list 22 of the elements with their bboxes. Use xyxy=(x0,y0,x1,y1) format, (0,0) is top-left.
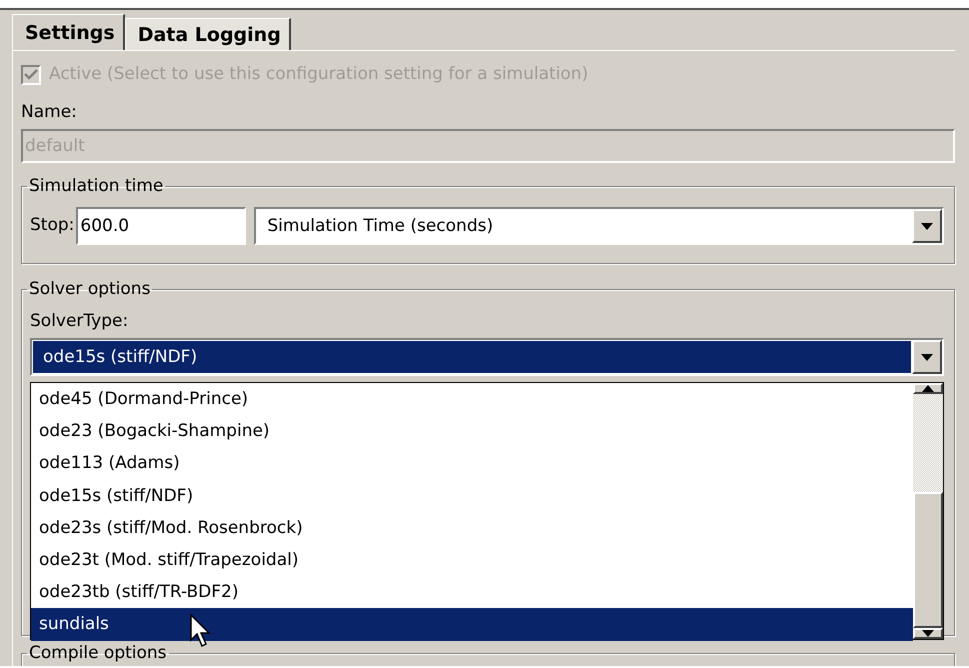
dropdown-option[interactable]: ode23t (Mod. stiff/Trapezoidal) xyxy=(31,544,913,576)
stop-label: Stop: xyxy=(30,214,74,238)
dropdown-option[interactable]: ode23tb (stiff/TR-BDF2) xyxy=(31,576,913,608)
units-dropdown[interactable]: Simulation Time (seconds) xyxy=(254,207,944,245)
tab[interactable]: Settings xyxy=(12,14,125,50)
mouse-pointer-icon xyxy=(190,614,212,648)
dropdown-option[interactable]: ode45 (Dormand-Prince) xyxy=(31,383,913,416)
group-legend: Simulation time xyxy=(27,175,166,197)
dropdown-option[interactable]: ode113 (Adams) xyxy=(31,447,913,480)
scroll-thumb[interactable] xyxy=(913,492,943,628)
dropdown-option[interactable]: ode23s (stiff/Mod. Rosenbrock) xyxy=(31,512,913,544)
stop-field[interactable]: 600.0 xyxy=(76,207,246,245)
group-legend: Solver options xyxy=(27,278,152,300)
name-label: Name: xyxy=(21,101,78,124)
tab[interactable]: Data Logging xyxy=(124,18,291,50)
group-legend: Compile options xyxy=(27,642,169,664)
solver-type-label: SolverType: xyxy=(30,310,130,333)
dropdown-option[interactable]: sundials xyxy=(31,608,913,640)
solver-type-dropdown[interactable]: ode15s (stiff/NDF) xyxy=(30,338,944,376)
dropdown-option[interactable]: ode23 (Bogacki-Shampine) xyxy=(31,415,913,448)
scrollbar[interactable] xyxy=(913,383,943,639)
dropdown-option[interactable]: ode15s (stiff/NDF) xyxy=(31,480,913,512)
